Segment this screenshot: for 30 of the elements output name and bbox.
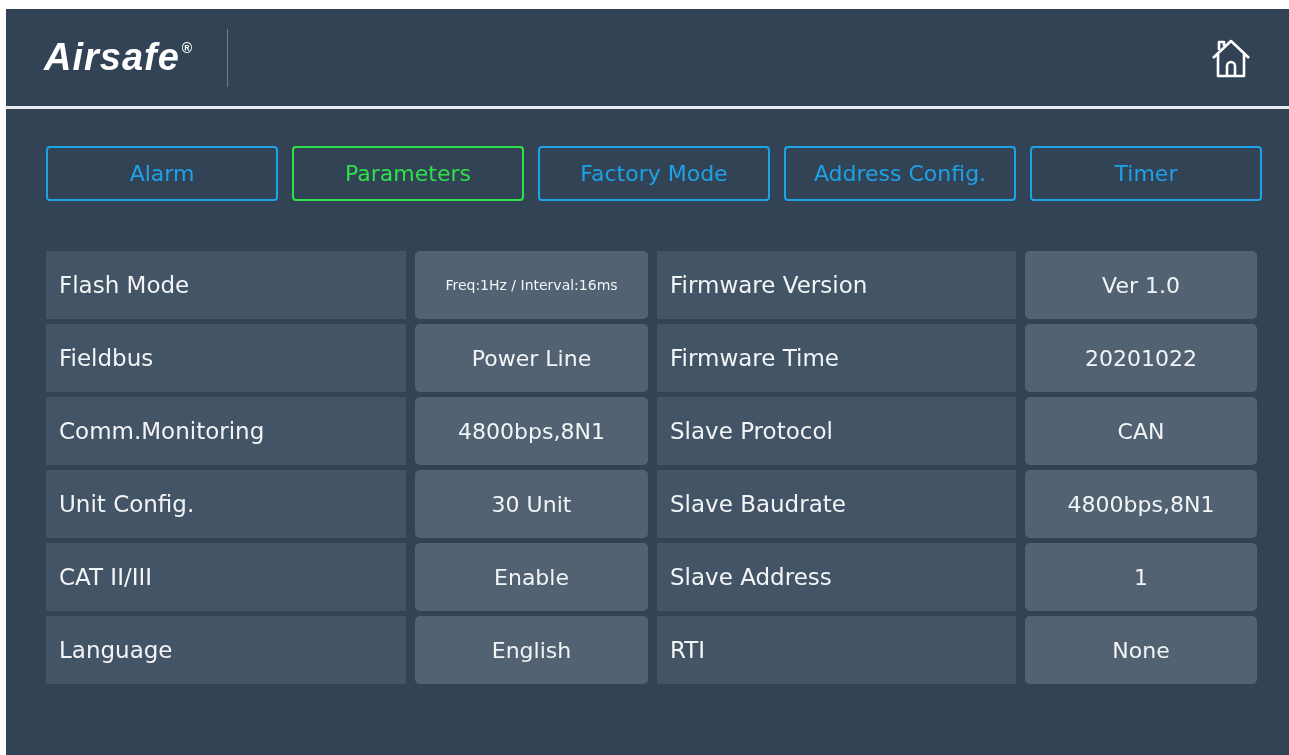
parameter-label: Slave Address: [657, 543, 1016, 611]
parameter-value[interactable]: Power Line: [415, 324, 648, 392]
parameter-label: Language: [46, 616, 406, 684]
parameter-label: Comm.Monitoring: [46, 397, 406, 465]
tab[interactable]: Address Config.: [784, 146, 1016, 201]
tab[interactable]: Factory Mode: [538, 146, 770, 201]
parameter-value[interactable]: Ver 1.0: [1025, 251, 1257, 319]
parameter-label: Slave Protocol: [657, 397, 1016, 465]
parameter-value[interactable]: 1: [1025, 543, 1257, 611]
parameter-label: Firmware Version: [657, 251, 1016, 319]
tab[interactable]: Timer: [1030, 146, 1262, 201]
parameter-label: Firmware Time: [657, 324, 1016, 392]
parameter-label: RTI: [657, 616, 1016, 684]
parameter-value[interactable]: None: [1025, 616, 1257, 684]
parameter-value[interactable]: English: [415, 616, 648, 684]
parameter-label: Slave Baudrate: [657, 470, 1016, 538]
parameter-label: Fieldbus: [46, 324, 406, 392]
parameter-value[interactable]: Freq:1Hz / Interval:16ms: [415, 251, 648, 319]
parameter-value[interactable]: Enable: [415, 543, 648, 611]
tab[interactable]: Alarm: [46, 146, 278, 201]
parameter-label: Flash Mode: [46, 251, 406, 319]
parameter-value[interactable]: 4800bps,8N1: [415, 397, 648, 465]
tab[interactable]: Parameters: [292, 146, 524, 201]
parameter-label: CAT II/III: [46, 543, 406, 611]
parameter-value[interactable]: CAN: [1025, 397, 1257, 465]
parameter-value[interactable]: 20201022: [1025, 324, 1257, 392]
parameter-value[interactable]: 4800bps,8N1: [1025, 470, 1257, 538]
parameter-label: Unit Config.: [46, 470, 406, 538]
airsafe-logo: Airsafe®: [44, 36, 194, 79]
parameter-value[interactable]: 30 Unit: [415, 470, 648, 538]
